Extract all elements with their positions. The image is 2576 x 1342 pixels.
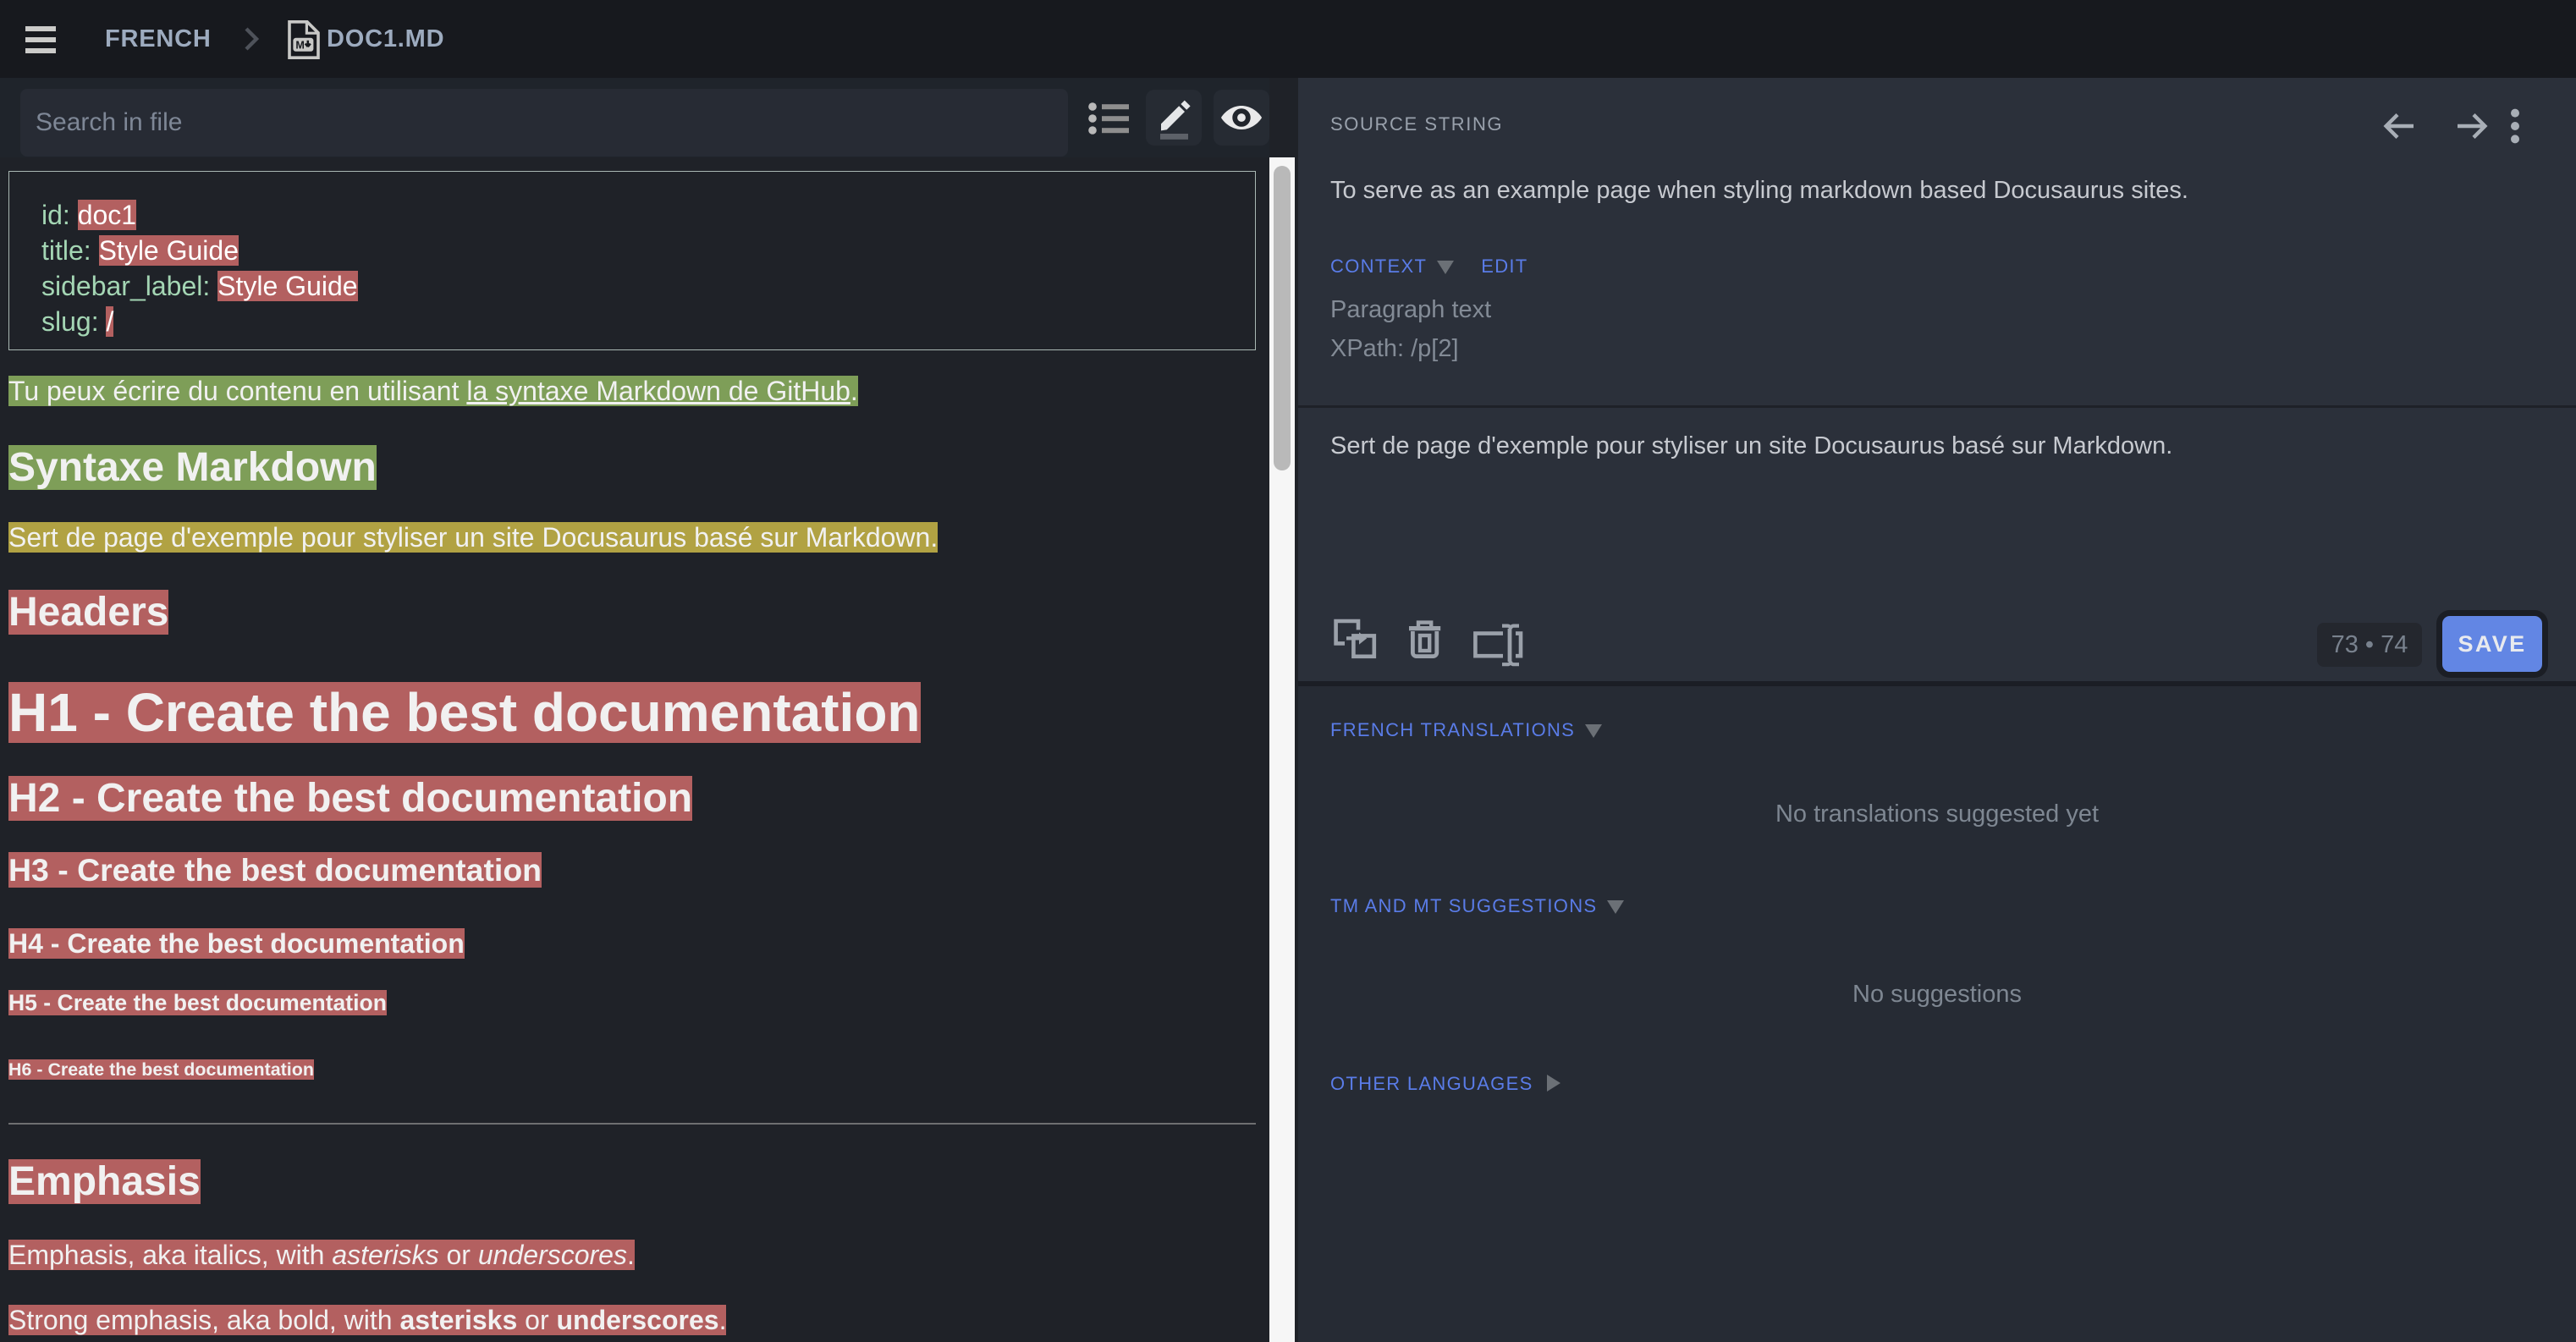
svg-text:M: M: [295, 39, 305, 51]
